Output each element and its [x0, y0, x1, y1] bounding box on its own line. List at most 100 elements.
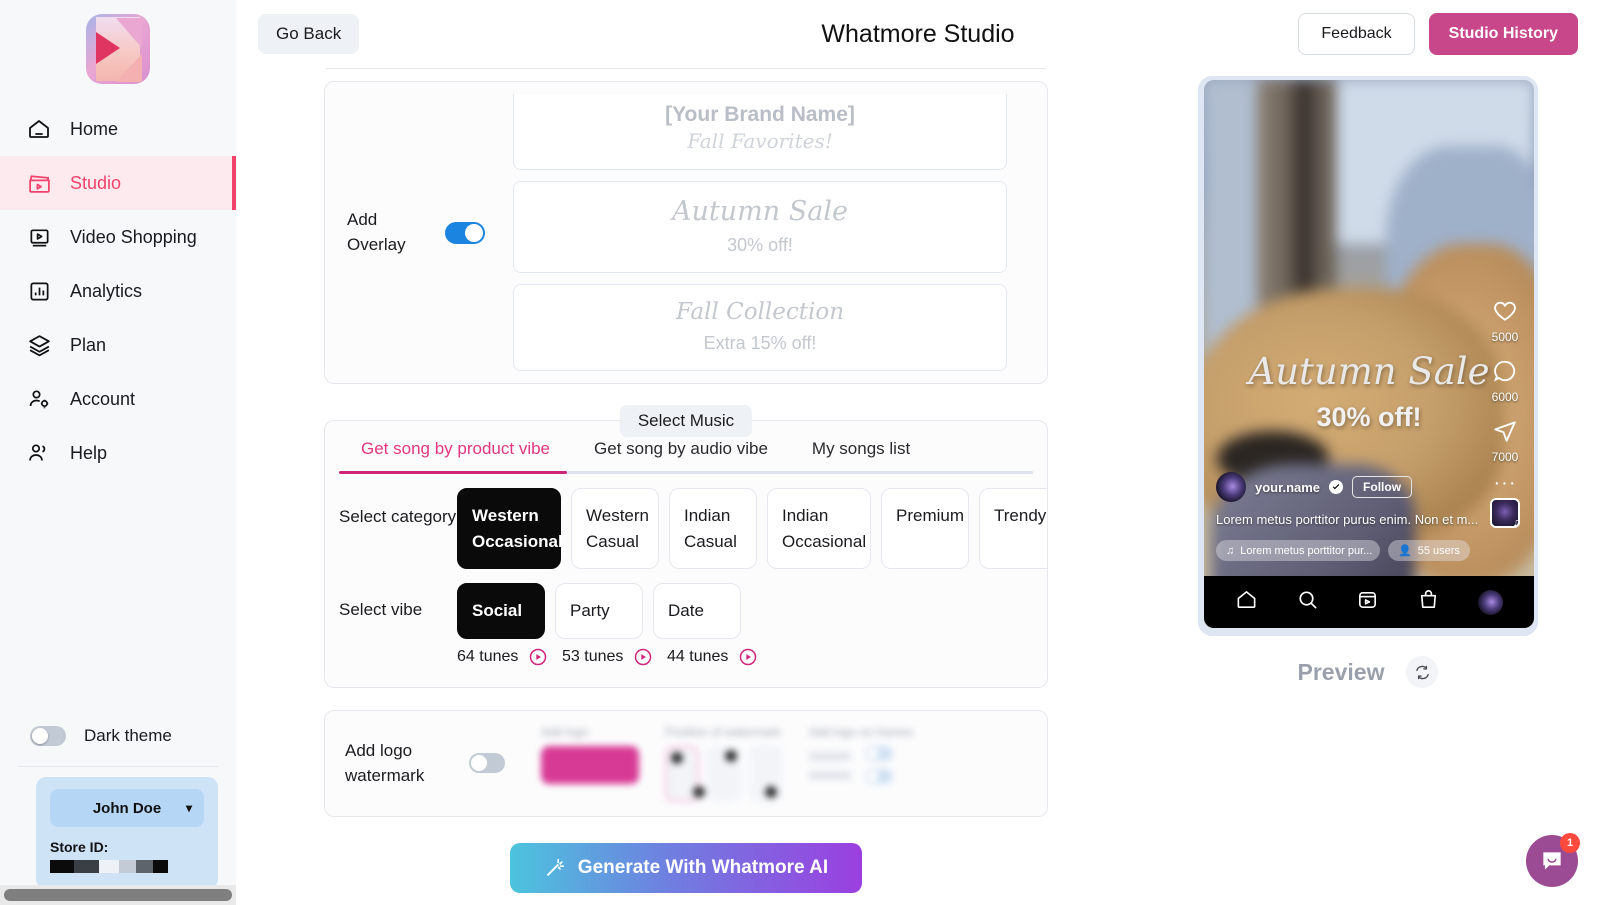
follow-button[interactable]: Follow [1352, 476, 1413, 498]
category-chip-list: Western Occasional Western Casual Indian… [457, 488, 1047, 569]
users-chip-label: 55 users [1417, 544, 1460, 557]
like-action[interactable]: 5000 [1482, 298, 1528, 344]
upload-logo-button[interactable] [541, 745, 639, 784]
feedback-button[interactable]: Feedback [1298, 13, 1415, 55]
select-music-chip[interactable]: Select Music [619, 405, 753, 437]
sidebar-item-home[interactable]: Home [0, 102, 236, 156]
comment-icon [1493, 360, 1516, 382]
position-cell[interactable] [665, 745, 705, 802]
select-vibe-row: Select vibe Social Party Date [325, 569, 1047, 639]
music-note-icon: ♫ [1226, 544, 1235, 557]
phone-preview[interactable]: Autumn Sale 30% off! 5000 6000 7000 ··· … [1204, 80, 1534, 628]
more-dots-icon[interactable]: ··· [1482, 473, 1528, 493]
content-divider [326, 68, 1046, 69]
vibe-chip-list: Social Party Date [457, 583, 741, 639]
frame-label-outro [809, 770, 851, 780]
add-overlay-toggle[interactable] [445, 221, 485, 244]
share-icon [1494, 421, 1516, 442]
share-action[interactable]: 7000 [1482, 418, 1528, 464]
main-area: Go Back Whatmore Studio Feedback Studio … [236, 0, 1600, 905]
settings-column: Add Overlay [Your Brand Name] Fall Favor… [236, 68, 1136, 905]
nav-shop-icon[interactable] [1417, 588, 1440, 616]
sidebar-item-video-shopping[interactable]: Video Shopping [0, 210, 236, 264]
select-category-label: Select category [339, 507, 457, 526]
chat-widget-button[interactable]: 1 [1526, 833, 1580, 887]
sidebar-item-label: Home [70, 118, 119, 139]
check-icon [1332, 484, 1340, 490]
app-root: Home Studio Video Shopping Analytics Pla… [0, 0, 1600, 905]
chat-unread-badge: 1 [1560, 833, 1580, 853]
play-icon[interactable] [633, 647, 653, 667]
tune-count-party: 53 tunes [562, 647, 665, 667]
dark-theme-toggle[interactable] [30, 726, 66, 746]
position-cell[interactable] [749, 745, 783, 802]
go-back-button[interactable]: Go Back [258, 14, 360, 54]
add-logo-watermark-toggle[interactable] [469, 753, 505, 773]
sidebar-item-analytics[interactable]: Analytics [0, 264, 236, 318]
tabs-underline [339, 471, 1033, 474]
tune-count-label: 53 tunes [562, 647, 624, 665]
watermark-position-group: Position of watermark [665, 725, 783, 802]
heart-icon [1494, 301, 1516, 321]
tab-my-songs-list[interactable]: My songs list [790, 439, 932, 471]
position-cell[interactable] [707, 745, 741, 802]
add-logo-watermark-panel: Add logo watermark Add logo Position of … [324, 709, 1048, 817]
nav-profile-avatar[interactable] [1478, 589, 1504, 615]
music-chip-label: Lorem metus porttitor pur... [1240, 544, 1373, 557]
category-chip-premium[interactable]: Premium [881, 488, 969, 569]
vibe-chip-date[interactable]: Date [653, 583, 741, 639]
overlay-card[interactable]: [Your Brand Name] Fall Favorites! [513, 94, 1007, 170]
sidebar-divider [18, 766, 218, 767]
add-overlay-panel: Add Overlay [Your Brand Name] Fall Favor… [324, 81, 1048, 384]
play-icon[interactable] [528, 647, 548, 667]
sidebar-item-account[interactable]: Account [0, 372, 236, 426]
users-chip[interactable]: 👤 55 users [1388, 540, 1470, 561]
share-count: 7000 [1491, 450, 1519, 464]
sidebar-horizontal-scrollbar[interactable] [4, 889, 232, 901]
category-chip-western-casual[interactable]: Western Casual [571, 488, 659, 569]
comment-count: 6000 [1491, 390, 1519, 404]
category-chip-western-occasional[interactable]: Western Occasional [457, 488, 563, 569]
store-user-select[interactable]: John Doe ▾ [50, 789, 204, 827]
overlay-card-title: Fall Collection [675, 299, 845, 325]
overlay-card-subtitle: Fall Favorites! [687, 129, 833, 153]
overlay-card[interactable]: Autumn Sale 30% off! [513, 181, 1007, 273]
vibe-chip-party[interactable]: Party [555, 583, 643, 639]
nav-home-icon[interactable] [1235, 588, 1258, 616]
whatmore-logo-icon [86, 14, 150, 84]
dark-theme-row: Dark theme [0, 710, 236, 762]
tab-get-song-by-audio-vibe[interactable]: Get song by audio vibe [572, 439, 790, 471]
layers-icon [26, 332, 52, 358]
refresh-preview-button[interactable] [1406, 656, 1439, 688]
nav-search-icon[interactable] [1296, 588, 1319, 616]
studio-history-button[interactable]: Studio History [1428, 13, 1578, 55]
frame-toggle-outro[interactable] [865, 768, 893, 784]
tab-get-song-by-product-vibe[interactable]: Get song by product vibe [339, 439, 572, 471]
sidebar-item-studio[interactable]: Studio [0, 156, 236, 210]
overlay-card[interactable]: Fall Collection Extra 15% off! [513, 284, 1007, 371]
category-chip-trendy[interactable]: Trendy [979, 488, 1047, 569]
category-chip-indian-occasional[interactable]: Indian Occasional [767, 488, 871, 569]
comment-action[interactable]: 6000 [1482, 358, 1528, 404]
frames-caption: Add logo on frames [809, 724, 914, 739]
preview-action-rail: 5000 6000 7000 ··· ♫ [1482, 298, 1528, 529]
play-icon[interactable] [738, 647, 758, 667]
preview-user-row: your.name Follow [1216, 472, 1413, 502]
preview-chips: ♫ Lorem metus porttitor pur... 👤 55 user… [1216, 540, 1470, 561]
add-logo-caption: Add logo [541, 724, 589, 739]
select-vibe-label: Select vibe [339, 600, 423, 619]
sidebar-item-label: Video Shopping [70, 226, 197, 247]
category-chip-indian-casual[interactable]: Indian Casual [669, 488, 757, 569]
logo-on-frames-group: Add logo on frames [809, 725, 913, 784]
frame-toggle-intro[interactable] [865, 745, 893, 761]
sidebar-item-plan[interactable]: Plan [0, 318, 236, 372]
tunes-row: 64 tunes 53 tunes 44 tunes [325, 639, 1047, 667]
generate-with-whatmore-ai-button[interactable]: Generate With Whatmore AI [509, 842, 863, 893]
music-chip[interactable]: ♫ Lorem metus porttitor pur... [1216, 540, 1380, 561]
sidebar-item-help[interactable]: Help [0, 426, 236, 480]
nav-reels-icon[interactable] [1356, 588, 1379, 616]
person-icon: 👤 [1398, 545, 1412, 557]
vibe-chip-social[interactable]: Social [457, 583, 545, 639]
add-logo-group: Add logo [541, 725, 639, 784]
